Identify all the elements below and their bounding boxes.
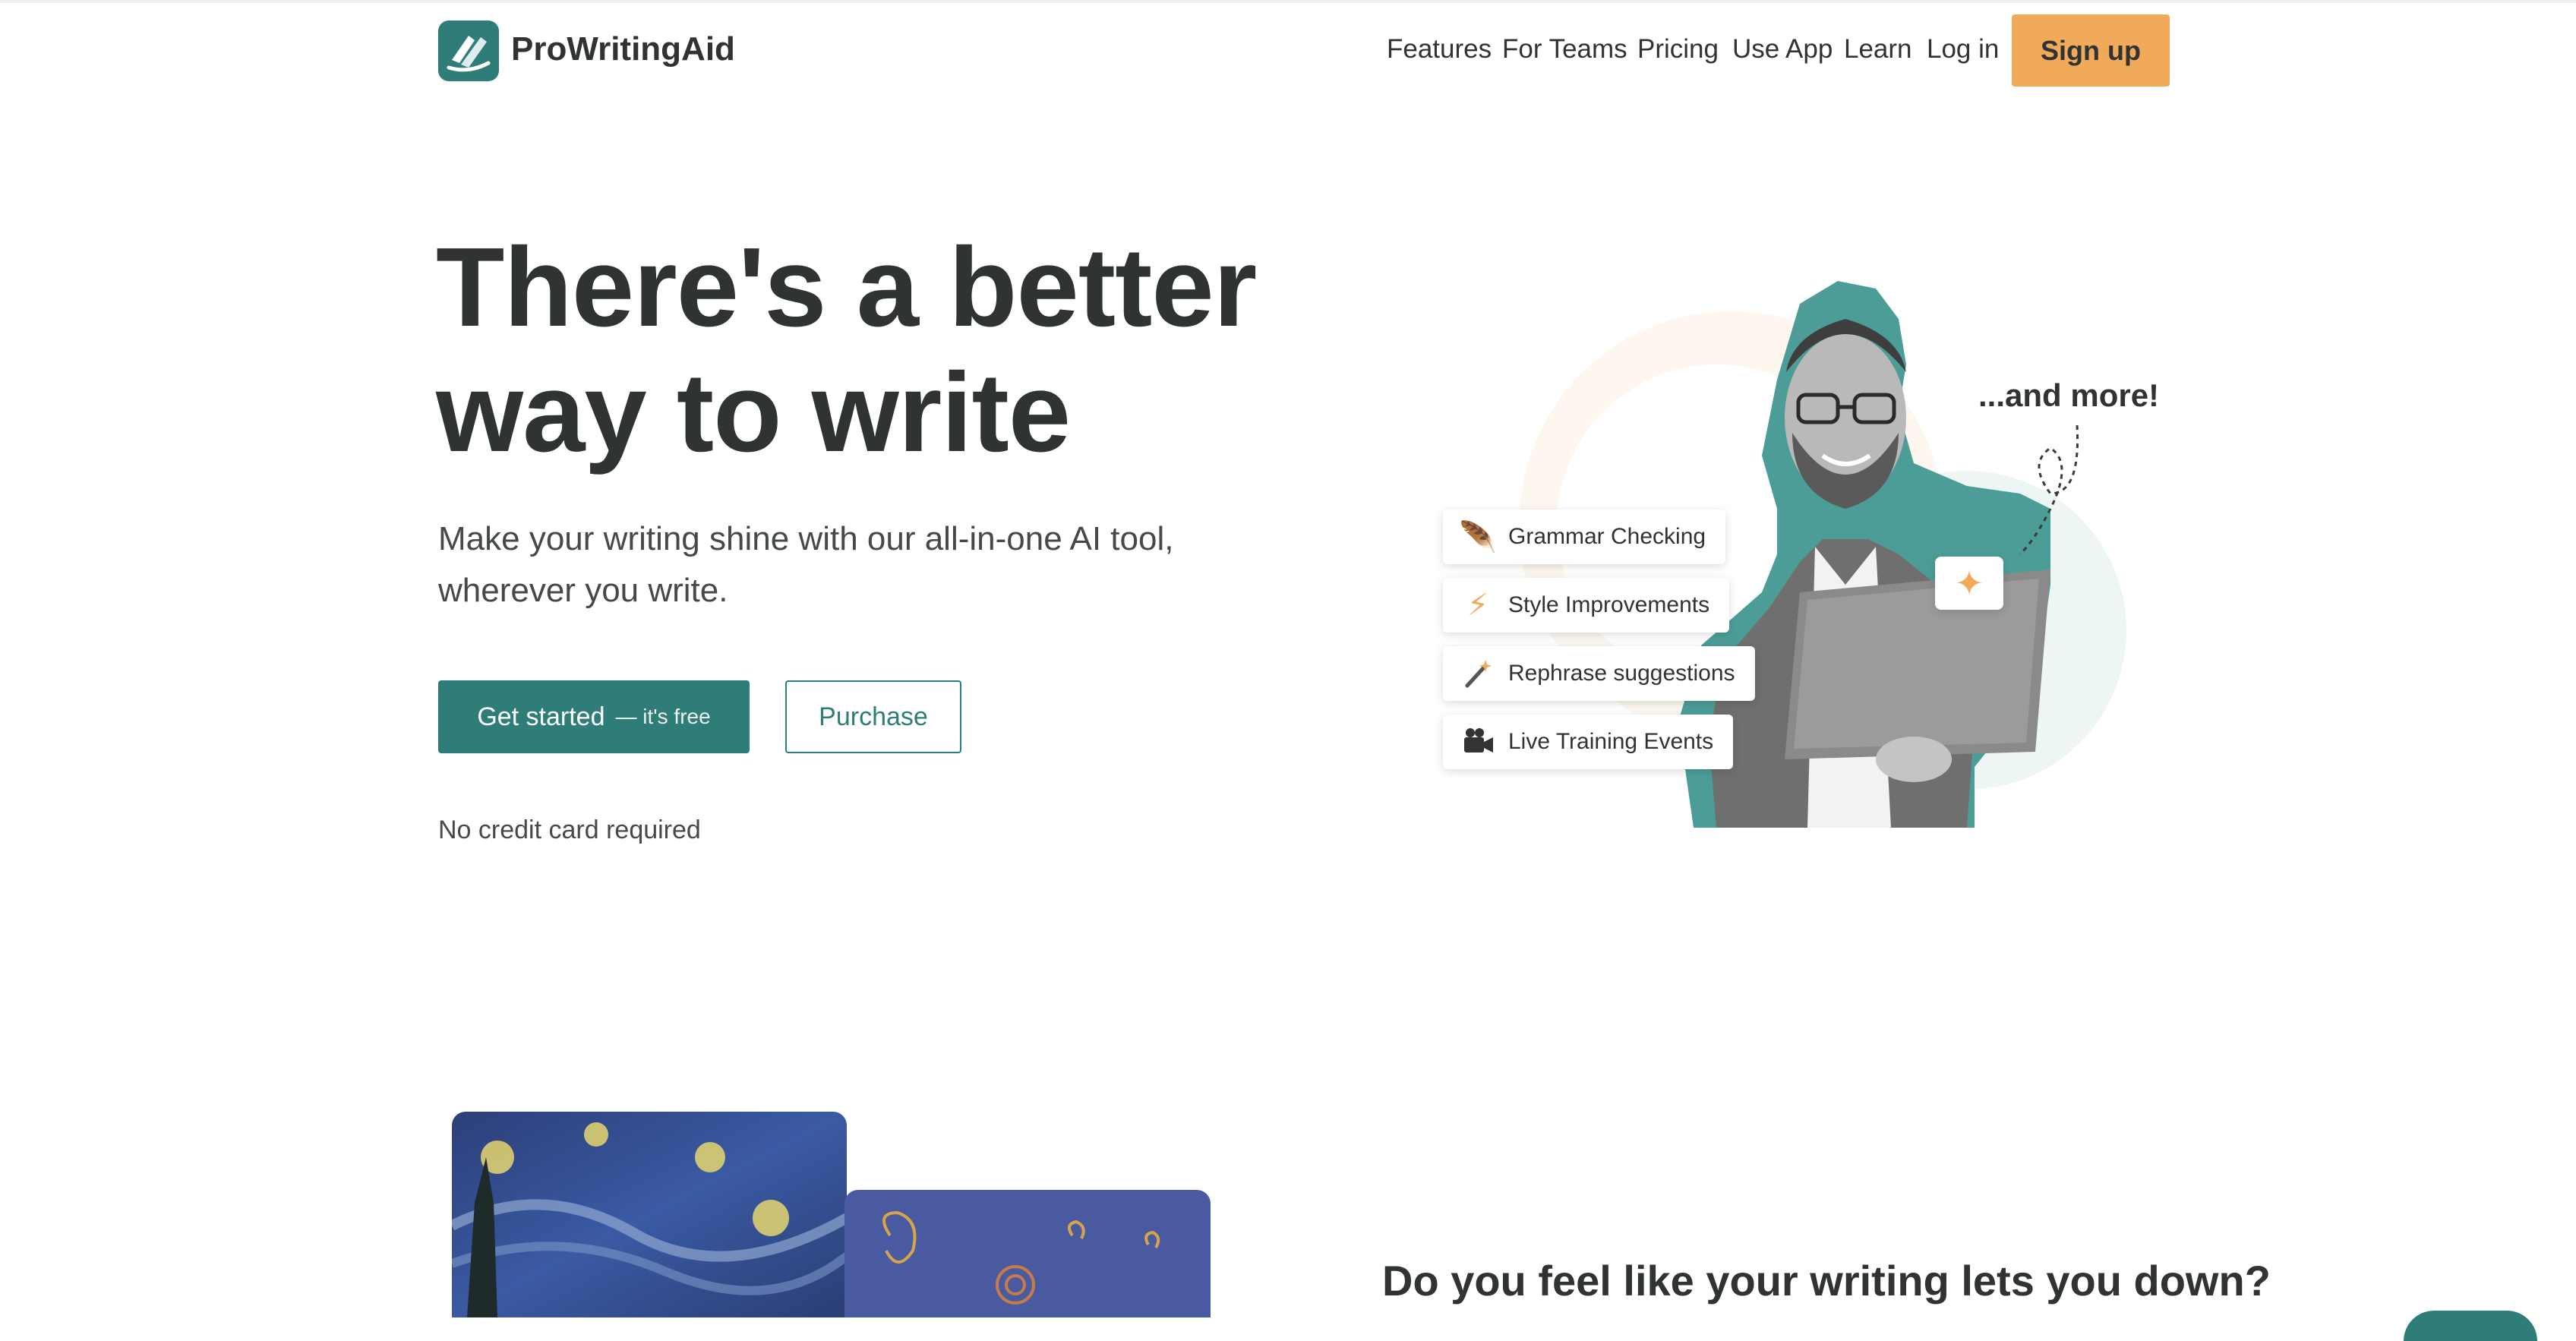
purchase-button[interactable]: Purchase [785,680,961,753]
lightning-icon: ⚡ [1466,588,1489,622]
hero-title-line-2: way to write [436,350,1071,475]
nav-features[interactable]: Features [1387,25,1492,74]
free-note: — it's free [615,705,711,728]
nav-use-app[interactable]: Use App [1732,25,1833,74]
hero-subtitle: Make your writing shine with our all-in-… [438,520,1174,609]
hero-title: There's a better way to write [436,225,1347,475]
feature-label: Live Training Events [1508,729,1714,754]
nav-learn[interactable]: Learn [1844,25,1912,74]
section-heading: Do you feel like your writing lets you d… [1382,1257,2271,1305]
get-started-button[interactable]: Get started — it's free [438,680,750,753]
feature-chip-grammar: 🪶 Grammar Checking [1443,510,1726,564]
feature-chip-rephrase: Rephrase suggestions [1443,646,1755,701]
top-border [0,0,2576,3]
nav-log-in[interactable]: Log in [1927,25,1999,74]
abstract-swirl-image [844,1190,1211,1317]
magic-wand-icon [1460,655,1496,692]
feature-label: Grammar Checking [1508,524,1706,549]
feather-icon: 🪶 [1459,520,1497,554]
hero-title-line-1: There's a better [436,225,1257,350]
feature-label: Rephrase suggestions [1508,661,1735,686]
logo-icon[interactable] [438,21,499,81]
chat-widget-button[interactable] [2404,1311,2537,1341]
video-camera-icon [1460,724,1496,760]
feature-chip-style: ⚡ Style Improvements [1443,578,1730,633]
feature-label: Style Improvements [1508,592,1710,617]
sparkle-icon: ✦ [1935,557,2003,610]
get-started-label: Get started [477,702,605,731]
and-more-label: ...and more! [1978,377,2160,413]
brand-name[interactable]: ProWritingAid [511,25,735,74]
starry-night-image [452,1112,847,1317]
nav-pricing[interactable]: Pricing [1637,25,1719,74]
nav-for-teams[interactable]: For Teams [1502,25,1627,74]
feature-chip-training: Live Training Events [1443,715,1734,769]
no-credit-card-note: No credit card required [438,816,701,844]
sign-up-button[interactable]: Sign up [2012,14,2170,87]
